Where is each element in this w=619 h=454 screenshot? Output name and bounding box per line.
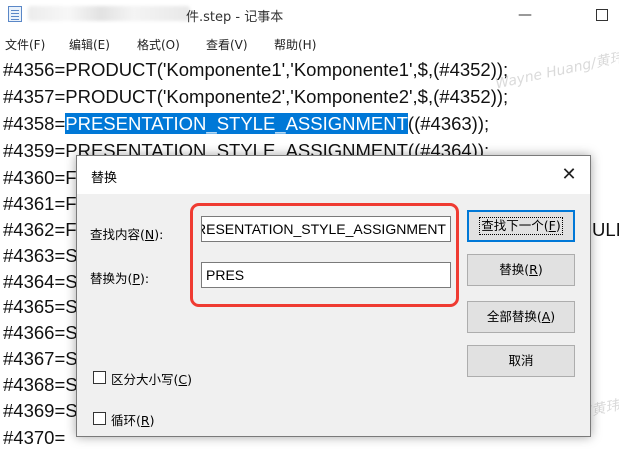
editor-line: #4366=S [3, 322, 78, 343]
editor-line: #4364=S [3, 271, 78, 292]
editor-line: #4360=F [3, 167, 77, 188]
notepad-app-icon [8, 6, 22, 22]
replace-input[interactable] [206, 263, 446, 287]
editor-line: #4368=S [3, 374, 78, 395]
editor-line: #4370= [3, 427, 66, 448]
menu-file[interactable]: 文件(F) [5, 36, 45, 53]
wrap-around-label: 循环(R) [111, 413, 155, 428]
title-bar: 件.step - 记事本 — [0, 0, 619, 30]
menu-view[interactable]: 查看(V) [206, 36, 248, 53]
cancel-button[interactable]: 取消 [467, 345, 575, 377]
replace-input-box [201, 262, 451, 288]
dialog-title: 替换 [91, 171, 118, 186]
editor-line: #4369=S [3, 400, 78, 421]
notepad-window: 件.step - 记事本 — 文件(F) 编辑(E) 格式(O) 查看(V) 帮… [0, 0, 619, 454]
find-input-box [201, 216, 451, 242]
selected-text: PRESENTATION_STYLE_ASSIGNMENT [65, 113, 408, 134]
maximize-icon [596, 9, 608, 21]
menu-bar: 文件(F) 编辑(E) 格式(O) 查看(V) 帮助(H) [0, 30, 619, 54]
window-title: 件.step - 记事本 [186, 10, 284, 25]
match-case-checkbox[interactable] [93, 371, 106, 384]
line-prefix: #4358= [3, 113, 66, 134]
blurred-filename [28, 6, 190, 21]
minimize-button[interactable]: — [510, 6, 540, 24]
replace-label: 替换为(P): [90, 271, 150, 286]
find-label: 查找内容(N): [90, 227, 164, 242]
menu-help[interactable]: 帮助(H) [274, 36, 316, 53]
wrap-around-checkbox[interactable] [93, 412, 106, 425]
replace-all-button[interactable]: 全部替换(A) [467, 301, 575, 333]
editor-line: #4357=PRODUCT('Komponente2','Komponente2… [3, 86, 509, 107]
editor-line: #4358=PRESENTATION_STYLE_ASSIGNMENT((#43… [3, 113, 489, 135]
editor-line: #4362=F [3, 219, 77, 240]
replace-button[interactable]: 替换(R) [467, 254, 575, 286]
editor-line: #4367=S [3, 348, 78, 369]
maximize-button[interactable] [588, 7, 616, 25]
match-case-label: 区分大小写(C) [111, 372, 193, 387]
find-input[interactable] [202, 217, 446, 241]
find-next-button[interactable]: 查找下一个(F) [467, 210, 575, 242]
menu-edit[interactable]: 编辑(E) [69, 36, 110, 53]
find-next-label: 查找下一个(F) [479, 217, 563, 235]
replace-dialog: 替换 ✕ 查找内容(N): 替换为(P): 查找下一个(F) 替换(R) 全部替… [76, 155, 591, 437]
editor-line: #4356=PRODUCT('Komponente1','Komponente1… [3, 59, 509, 80]
dialog-title-bar: 替换 ✕ [77, 156, 590, 194]
editor-line: #4365=S [3, 296, 78, 317]
close-icon[interactable]: ✕ [556, 162, 582, 188]
editor-line: #4363=S [3, 245, 78, 266]
editor-line: #4361=F [3, 193, 77, 214]
menu-format[interactable]: 格式(O) [137, 36, 180, 53]
line-rest: ((#4363)); [407, 113, 490, 134]
text-peek-right: ULI [592, 219, 619, 240]
